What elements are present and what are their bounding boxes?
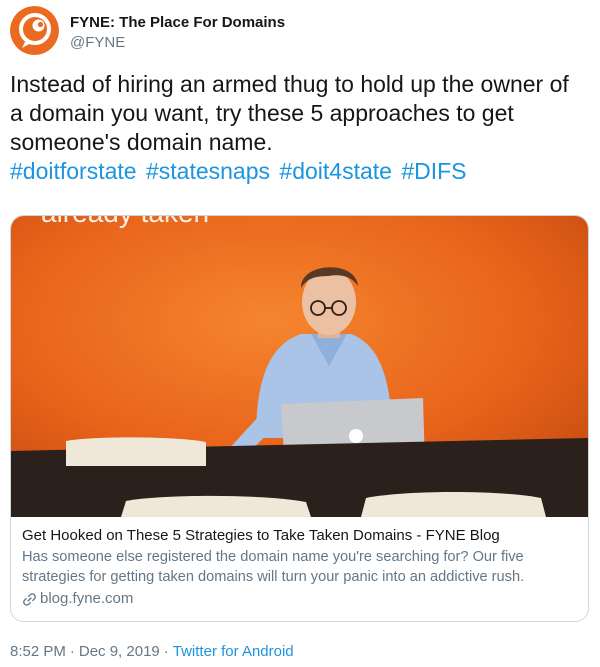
link-preview-card[interactable]: already taken Get Hooked on These 5 Stra… xyxy=(10,215,589,622)
tweet-body: Instead of hiring an armed thug to hold … xyxy=(10,71,569,155)
card-title[interactable]: Get Hooked on These 5 Strategies to Take… xyxy=(22,526,578,546)
tweet-date[interactable]: Dec 9, 2019 xyxy=(79,643,160,660)
author-handle[interactable]: @FYNE xyxy=(70,33,285,53)
card-body[interactable]: Get Hooked on These 5 Strategies to Take… xyxy=(11,518,588,621)
tweet-header: FYNE: The Place For Domains @FYNE xyxy=(10,6,590,58)
card-domain[interactable]: blog.fyne.com xyxy=(40,589,133,609)
author-block: FYNE: The Place For Domains @FYNE xyxy=(70,14,285,53)
wall-text: already taken xyxy=(41,216,209,228)
card-image[interactable]: already taken xyxy=(11,216,588,517)
meta-separator: · xyxy=(69,643,75,660)
author-name[interactable]: FYNE: The Place For Domains xyxy=(70,14,285,32)
card-link-row[interactable]: blog.fyne.com xyxy=(22,589,578,609)
card-description: Has someone else registered the domain n… xyxy=(22,549,525,585)
tweet-meta: 8:52 PM · Dec 9, 2019 · Twitter for Android xyxy=(10,642,294,662)
hashtag-list: #doitforstate #statesnaps #doit4state #D… xyxy=(10,157,585,186)
hashtag-statesnaps[interactable]: #statesnaps xyxy=(146,158,270,184)
tweet-text: Instead of hiring an armed thug to hold … xyxy=(10,70,585,186)
hashtag-doitforstate[interactable]: #doitforstate xyxy=(10,158,137,184)
meta-separator-2: · xyxy=(163,643,169,660)
hashtag-doit4state[interactable]: #doit4state xyxy=(279,158,392,184)
tweet-source[interactable]: Twitter for Android xyxy=(173,643,294,660)
avatar[interactable] xyxy=(10,6,59,55)
tweet-time[interactable]: 8:52 PM xyxy=(10,643,66,660)
hashtag-difs[interactable]: #DIFS xyxy=(401,158,466,184)
link-icon xyxy=(23,592,36,606)
